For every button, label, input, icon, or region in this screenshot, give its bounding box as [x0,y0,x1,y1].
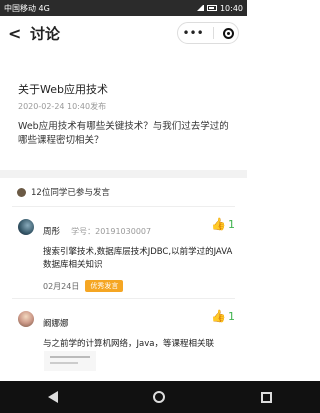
topic-body: Web应用技术有哪些关键技术？与我们过去学过的哪些课程密切相关？ [18,121,229,146]
like-count: 1 [228,217,235,231]
like-count: 1 [228,309,235,323]
more-menu-icon[interactable]: ••• [182,26,203,40]
participants-icon [17,187,26,197]
system-nav-bar [0,381,320,413]
close-capsule-icon[interactable] [222,27,234,39]
signal-icon [196,5,204,11]
nav-home-icon[interactable] [153,391,166,403]
reply-text: 与之前学的计算机网络，Java，等课程相关联 [43,339,214,349]
reply-author: 阚娜娜 [43,319,69,329]
like-button[interactable]: 👍 1 [211,309,235,323]
reply-attachment-thumbnail[interactable] [44,351,96,371]
reply-item: 阚娜娜 与之前学的计算机网络，Java，等课程相关联 👍 1 [0,299,247,357]
like-button[interactable]: 👍 1 [211,217,235,231]
participants-text: 12位同学已参与发言 [31,188,110,198]
excellent-badge: 优秀发言 [85,280,124,292]
nav-back-icon[interactable] [47,391,58,403]
capsule-divider [212,27,214,39]
mini-program-capsule: ••• [177,22,239,44]
reply-text: 搜索引擎技术,数据库层技术JDBC,以前学过的JAVA数据库相关知识 [43,247,233,270]
reply-author: 周彤 [43,227,61,237]
battery-icon [206,5,217,11]
avatar[interactable] [18,311,34,327]
topic-section: 关于Web应用技术 2020-02-24 10:40发布 Web应用技术有哪些关… [0,81,247,148]
nav-header: < 讨论 ••• [0,16,247,50]
reply-date: 02月24日 [43,281,80,291]
thumbs-up-icon: 👍 [211,217,226,231]
carrier-label: 中国移动 4G [4,3,50,13]
student-number: 学号：20191030007 [71,227,152,236]
reply-item: 周彤 学号：20191030007 搜索引擎技术,数据库层技术JDBC,以前学过… [0,207,247,298]
participants-row: 12位同学已参与发言 [0,178,247,206]
clock-label: 10:40 [219,3,243,13]
thumbs-up-icon: 👍 [211,309,226,323]
nav-recent-apps-icon[interactable] [261,391,273,403]
topic-title: 关于Web应用技术 [18,83,108,96]
section-gap [0,170,247,178]
topic-meta: 2020-02-24 10:40发布 [18,102,107,111]
back-icon[interactable]: < [8,24,24,43]
avatar[interactable] [18,219,34,235]
page-title: 讨论 [30,24,61,43]
status-bar: 中国移动 4G 10:40 [0,0,247,16]
